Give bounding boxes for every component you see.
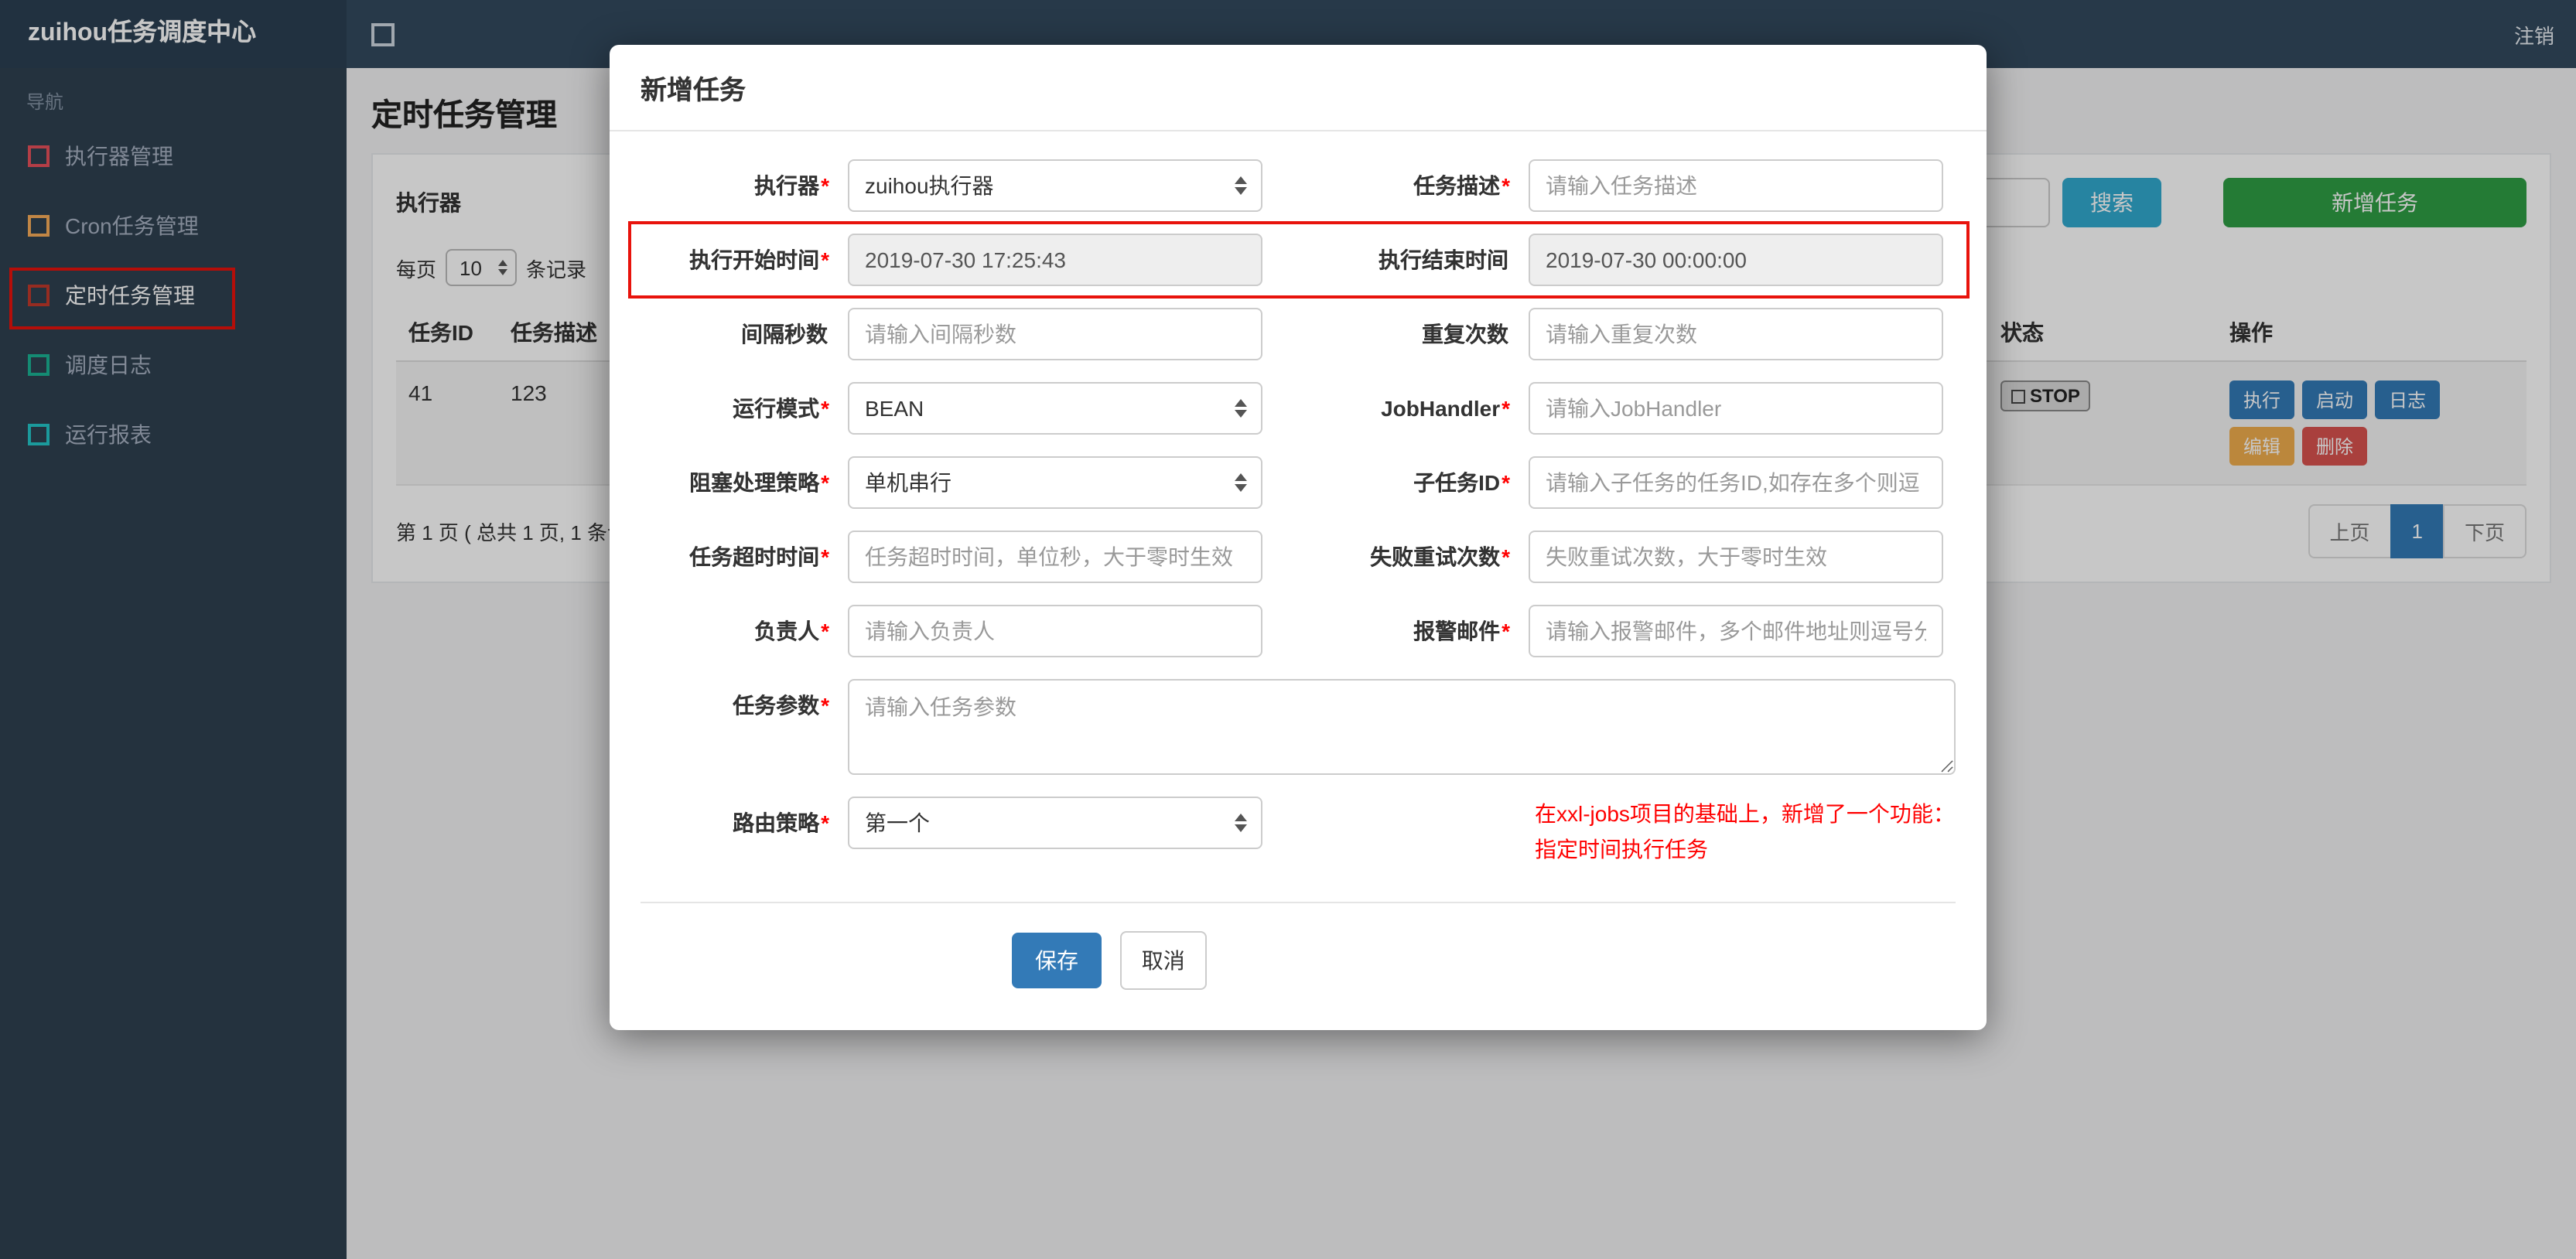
- interval-input[interactable]: [848, 308, 1262, 360]
- start-time-input[interactable]: [848, 234, 1262, 286]
- modal-header: 新增任务: [610, 45, 1987, 131]
- retry-label: 失败重试次数 *: [1370, 544, 1510, 569]
- cancel-button[interactable]: 取消: [1119, 931, 1207, 991]
- start-time-label: 执行开始时间 *: [689, 247, 829, 272]
- select-stepper-icon: [1235, 176, 1247, 195]
- executor-label: 执行器 *: [754, 173, 829, 198]
- task-desc-input[interactable]: [1529, 159, 1943, 212]
- jobhandler-label: JobHandler *: [1381, 396, 1510, 421]
- modal-divider: [641, 902, 1956, 904]
- feature-note-line1: 在xxl-jobs项目的基础上，新增了一个功能：: [1535, 801, 1955, 826]
- child-task-input[interactable]: [1529, 456, 1943, 509]
- end-time-label: 执行结束时间: [1379, 247, 1508, 272]
- alarm-email-label: 报警邮件 *: [1413, 619, 1510, 643]
- child-task-label: 子任务ID *: [1413, 470, 1510, 495]
- select-stepper-icon: [1235, 814, 1247, 832]
- block-strategy-label: 阻塞处理策略 *: [689, 470, 829, 495]
- jobhandler-input[interactable]: [1529, 382, 1943, 435]
- executor-select[interactable]: zuihou执行器: [848, 159, 1262, 212]
- block-strategy-select[interactable]: 单机串行: [848, 456, 1262, 509]
- select-stepper-icon: [1235, 473, 1247, 492]
- run-mode-label: 运行模式 *: [733, 396, 829, 421]
- modal-footer: 保存 取消: [641, 931, 1956, 991]
- repeat-input[interactable]: [1529, 308, 1943, 360]
- task-params-textarea[interactable]: [848, 679, 1956, 775]
- interval-label: 间隔秒数: [741, 322, 828, 346]
- end-time-input[interactable]: [1529, 234, 1943, 286]
- feature-note-line2: 指定时间执行任务: [1535, 837, 1708, 862]
- save-button[interactable]: 保存: [1012, 933, 1102, 989]
- feature-note: 在xxl-jobs项目的基础上，新增了一个功能： 指定时间执行任务: [1535, 797, 1955, 868]
- repeat-label: 重复次数: [1422, 322, 1508, 346]
- task-desc-label: 任务描述 *: [1413, 173, 1510, 198]
- modal-title: 新增任务: [641, 76, 746, 105]
- timeout-input[interactable]: [848, 531, 1262, 583]
- app: zuihou任务调度中心 注销 导航 执行器管理 Cron任务管理 定时任务管理…: [0, 0, 2576, 1259]
- owner-input[interactable]: [848, 605, 1262, 657]
- run-mode-select[interactable]: BEAN: [848, 382, 1262, 435]
- alarm-email-input[interactable]: [1529, 605, 1943, 657]
- task-params-label: 任务参数 *: [733, 693, 829, 718]
- route-strategy-label: 路由策略 *: [733, 810, 829, 835]
- modal-body: 执行器* zuihou执行器 任务描述* 执行开始时间* 执行结束时间 间隔秒数…: [610, 131, 1987, 1030]
- datetime-row: 执行开始时间* 执行结束时间: [628, 221, 1970, 299]
- add-task-modal: 新增任务 执行器* zuihou执行器 任务描述* 执行开始时间* 执行结束时间: [610, 45, 1987, 1031]
- timeout-label: 任务超时时间 *: [689, 544, 829, 569]
- retry-input[interactable]: [1529, 531, 1943, 583]
- route-strategy-select[interactable]: 第一个: [848, 797, 1262, 849]
- select-stepper-icon: [1235, 399, 1247, 418]
- owner-label: 负责人 *: [754, 619, 829, 643]
